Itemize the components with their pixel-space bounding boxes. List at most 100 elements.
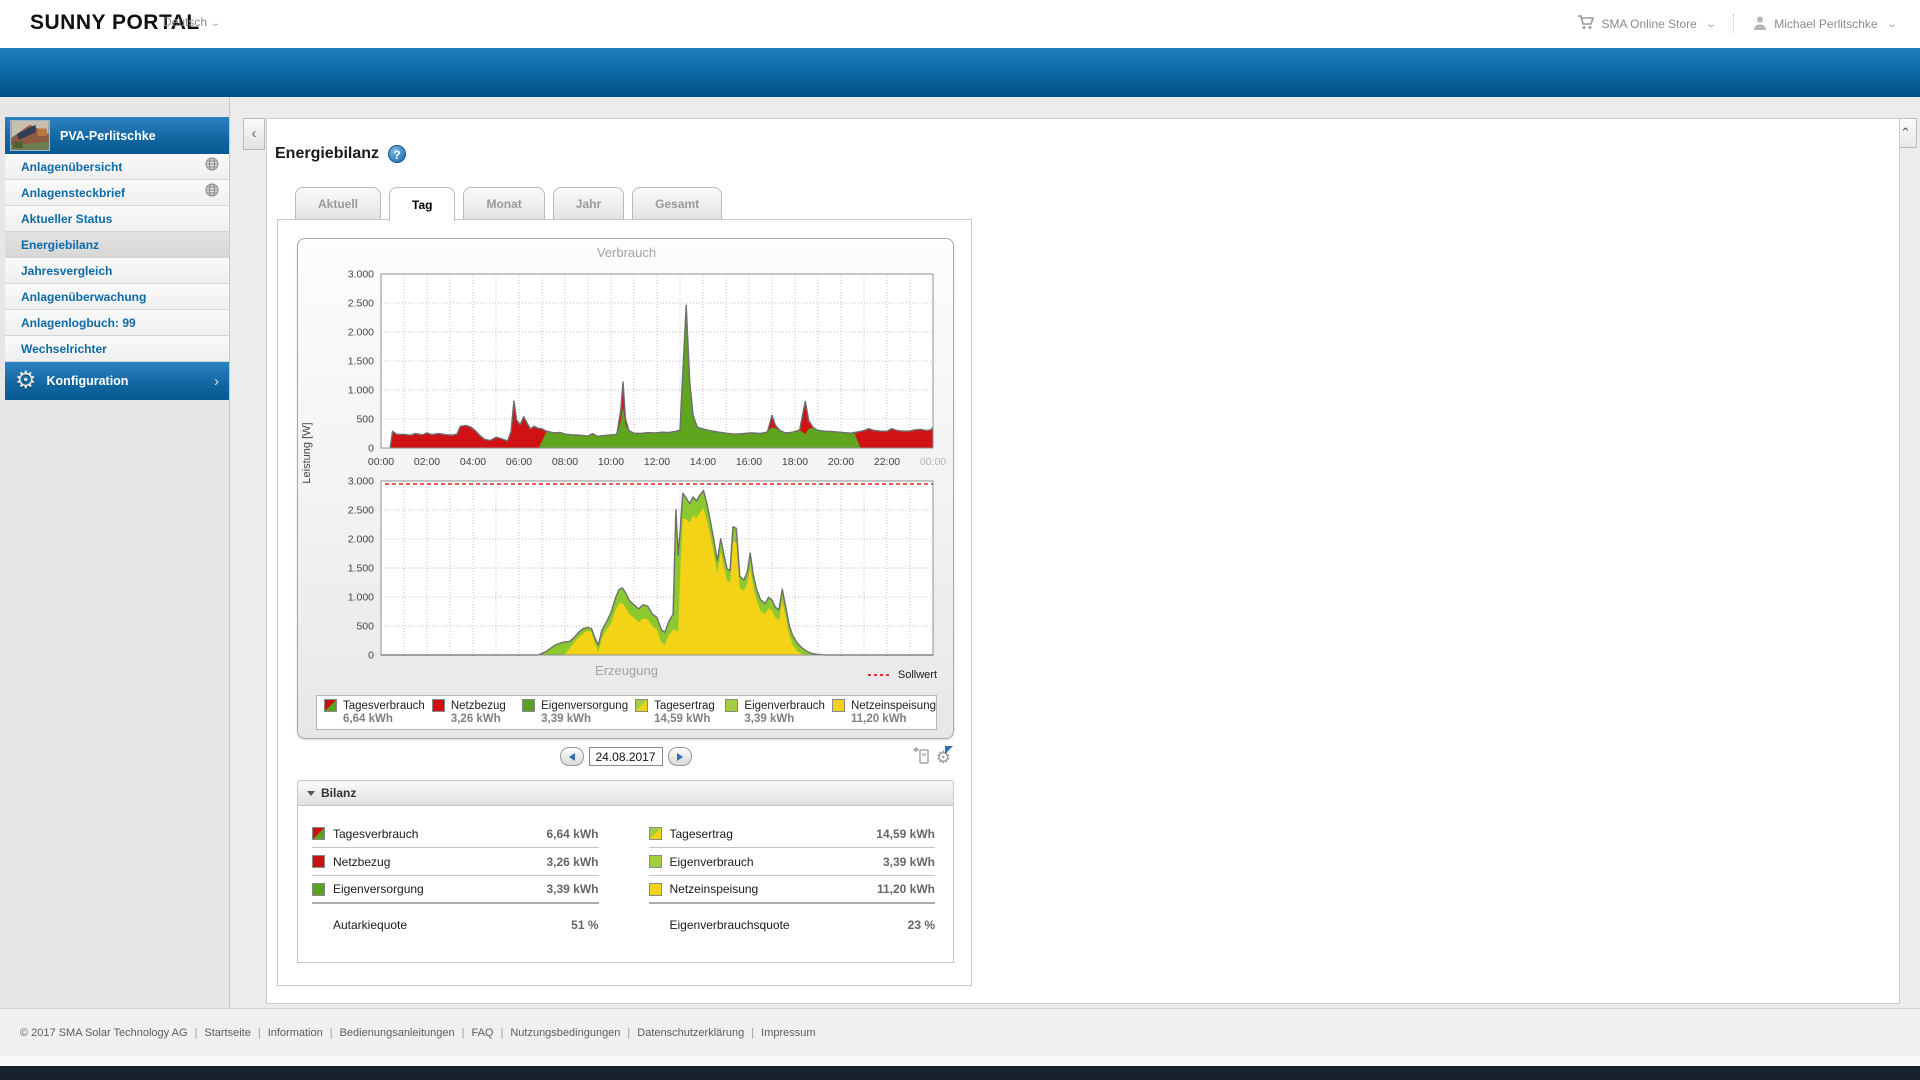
footer-link-faq[interactable]: FAQ bbox=[471, 1027, 493, 1039]
svg-text:00:00: 00:00 bbox=[920, 456, 946, 468]
config-button[interactable]: ⚙ Konfiguration › bbox=[5, 362, 229, 400]
footer-link-information[interactable]: Information bbox=[268, 1027, 323, 1039]
tab-tag[interactable]: Tag bbox=[389, 187, 456, 221]
footer-link-impressum[interactable]: Impressum bbox=[761, 1027, 815, 1039]
sidebar-item-anlagen-berwachung[interactable]: Anlagenüberwachung bbox=[5, 284, 229, 310]
legend-item: Netzeinspeisung 11,20 kWh bbox=[825, 696, 936, 729]
next-day-button[interactable] bbox=[667, 747, 692, 766]
user-menu[interactable]: Michael Perlitschke ⌄ bbox=[1752, 15, 1898, 34]
svg-text:22:00: 22:00 bbox=[874, 456, 900, 468]
svg-text:12:00: 12:00 bbox=[644, 456, 670, 468]
plant-header[interactable]: PVA-Perlitschke bbox=[5, 117, 229, 154]
row-value: 11,20 kWh bbox=[876, 882, 935, 896]
chart-settings-gear-icon[interactable]: ⚙ bbox=[936, 746, 953, 768]
svg-text:08:00: 08:00 bbox=[552, 456, 578, 468]
svg-text:2.000: 2.000 bbox=[348, 534, 374, 546]
chart-title-verbrauch: Verbrauch bbox=[596, 245, 657, 260]
svg-text:2.500: 2.500 bbox=[348, 298, 374, 310]
row-value: 14,59 kWh bbox=[876, 826, 935, 841]
store-link[interactable]: SMA Online Store ⌄ bbox=[1577, 15, 1717, 33]
row-value: 3,39 kWh bbox=[546, 882, 599, 896]
language-select[interactable]: Deutsch ⌄ bbox=[163, 15, 222, 29]
legend-swatch bbox=[431, 699, 445, 712]
tab-monat[interactable]: Monat bbox=[463, 187, 545, 220]
row-label: Netzbezug bbox=[333, 854, 391, 869]
svg-text:1.000: 1.000 bbox=[348, 592, 374, 604]
divider: | bbox=[500, 1027, 504, 1039]
bilanz-body: Tagesverbrauch 6,64 kWh Netzbezug 3,26 kWh E… bbox=[297, 806, 954, 963]
footer-link-nutzungsbedingungen[interactable]: Nutzungsbedingungen bbox=[510, 1027, 620, 1039]
legend-item: Tagesverbrauch 6,64 kWh bbox=[317, 696, 425, 729]
legend-item-top: Eigenverbrauch bbox=[725, 699, 825, 712]
sollwert-legend: Sollwert bbox=[867, 669, 937, 681]
sidebar-item-anlagenlogbuch-99[interactable]: Anlagenlogbuch: 99 bbox=[5, 310, 229, 336]
date-navigation: ⚙ bbox=[278, 746, 973, 770]
footer-strip bbox=[0, 1056, 1920, 1066]
svg-text:10:00: 10:00 bbox=[598, 456, 624, 468]
help-icon[interactable]: ? bbox=[388, 145, 407, 163]
tab-gesamt[interactable]: Gesamt bbox=[632, 187, 723, 220]
sidebar-item-aktueller-status[interactable]: Aktueller Status bbox=[5, 206, 229, 232]
sidebar: PVA-Perlitschke Anlagenübersicht Anlagens… bbox=[0, 97, 230, 1008]
nav-band bbox=[0, 48, 1920, 97]
svg-text:3.000: 3.000 bbox=[348, 269, 374, 281]
legend-value: 11,20 kWh bbox=[850, 713, 907, 725]
legend-swatch bbox=[831, 699, 845, 712]
quote-value: 51 % bbox=[571, 918, 599, 932]
svg-text:0: 0 bbox=[368, 650, 374, 662]
row-swatch bbox=[648, 827, 662, 840]
bilanz-row: Tagesertrag 14,59 kWh bbox=[648, 820, 935, 848]
divider: | bbox=[751, 1027, 755, 1039]
sidebar-item-label: Anlagenlogbuch: 99 bbox=[21, 315, 136, 330]
legend-item: Eigenverbrauch 3,39 kWh bbox=[718, 696, 825, 729]
footer-link-bedienungsanleitungen[interactable]: Bedienungsanleitungen bbox=[340, 1027, 455, 1039]
plant-thumbnail bbox=[10, 120, 50, 151]
svg-text:00:00: 00:00 bbox=[368, 456, 394, 468]
sidebar-item-jahresvergleich[interactable]: Jahresvergleich bbox=[5, 258, 229, 284]
date-input[interactable] bbox=[588, 747, 663, 766]
sidebar-item-anlagen-bersicht[interactable]: Anlagenübersicht bbox=[5, 154, 229, 180]
chevron-right-icon: › bbox=[214, 372, 219, 390]
chevron-down-icon: ⌄ bbox=[1885, 18, 1898, 30]
sidebar-item-energiebilanz[interactable]: Energiebilanz bbox=[5, 232, 229, 258]
footer-link-datenschutzerkl-rung[interactable]: Datenschutzerklärung bbox=[637, 1027, 744, 1039]
chart-verbrauch: 0 500 1.000 1.500 2.000 2.500 3.000 00:00 02:00 0… bbox=[348, 269, 947, 469]
divider: | bbox=[627, 1027, 631, 1039]
sidebar-item-label: Wechselrichter bbox=[21, 341, 107, 356]
divider: | bbox=[329, 1027, 333, 1039]
legend-value: 14,59 kWh bbox=[654, 713, 711, 725]
chevron-down-icon: ⌄ bbox=[1705, 18, 1717, 30]
divider bbox=[1733, 14, 1735, 34]
legend-item-top: Eigenversorgung bbox=[522, 699, 628, 712]
collapse-triangle-icon bbox=[307, 790, 315, 796]
globe-icon bbox=[205, 157, 219, 176]
cart-icon bbox=[1577, 15, 1595, 33]
collapse-sidebar-button[interactable]: ‹ bbox=[243, 118, 265, 150]
svg-text:2.000: 2.000 bbox=[348, 327, 374, 339]
quote-row: Eigenverbrauchsquote 23 % bbox=[649, 908, 936, 942]
tab-jahr[interactable]: Jahr bbox=[552, 187, 625, 220]
bilanz-header[interactable]: Bilanz bbox=[297, 780, 954, 806]
sidebar-item-anlagensteckbrief[interactable]: Anlagensteckbrief bbox=[5, 180, 229, 206]
svg-text:3.000: 3.000 bbox=[348, 476, 374, 488]
prev-day-button[interactable] bbox=[559, 747, 584, 766]
sidebar-item-label: Anlagensteckbrief bbox=[21, 185, 126, 200]
svg-text:18:00: 18:00 bbox=[782, 456, 808, 468]
legend-swatch bbox=[635, 699, 649, 712]
footer-link-startseite[interactable]: Startseite bbox=[204, 1027, 250, 1039]
row-value: 3,26 kWh bbox=[546, 854, 599, 869]
export-icon[interactable] bbox=[912, 747, 929, 770]
sidebar-item-label: Jahresvergleich bbox=[21, 263, 113, 278]
divider: | bbox=[461, 1027, 465, 1039]
legend-item-top: Tagesverbrauch bbox=[324, 699, 425, 712]
content-panel: Energiebilanz ? Aktuell Tag Monat Jahr Gesam… bbox=[266, 118, 1900, 1004]
bilanz-panel: Bilanz Tagesverbrauch 6,64 kWh Netzbezug 3,… bbox=[297, 780, 954, 963]
legend-label: Netzeinspeisung bbox=[850, 699, 936, 712]
user-icon bbox=[1752, 15, 1768, 34]
sidebar-item-wechselrichter[interactable]: Wechselrichter bbox=[5, 336, 229, 362]
chevron-down-icon: ⌄ bbox=[209, 18, 222, 29]
bottom-bar bbox=[0, 1066, 1920, 1080]
legend-swatch bbox=[324, 699, 337, 712]
sidebar-menu: Anlagenübersicht Anlagensteckbrief Aktuell… bbox=[5, 154, 229, 362]
tab-aktuell[interactable]: Aktuell bbox=[295, 187, 382, 220]
